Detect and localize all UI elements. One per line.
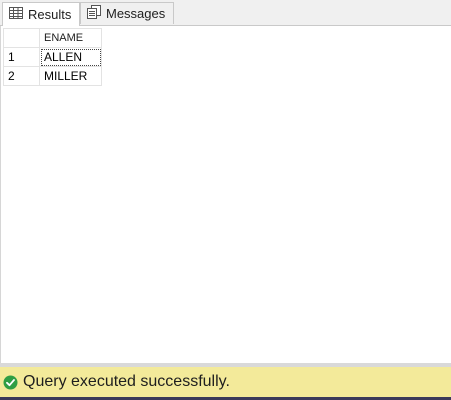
tab-results[interactable]: Results xyxy=(2,2,80,26)
grid-cell-ename[interactable]: ALLEN xyxy=(39,47,102,67)
table-row: 2 MILLER xyxy=(3,66,102,86)
results-pane: Results Messages ENAME 1 ALLEN 2 MILLER … xyxy=(0,0,451,400)
row-number-header[interactable] xyxy=(3,28,40,48)
column-header-ename[interactable]: ENAME xyxy=(39,28,102,48)
grid-icon xyxy=(9,7,23,22)
messages-icon xyxy=(87,5,101,22)
status-message: Query executed successfully. xyxy=(23,373,230,390)
check-circle-icon xyxy=(3,375,18,390)
results-grid: ENAME 1 ALLEN 2 MILLER xyxy=(3,28,102,86)
tab-messages-label: Messages xyxy=(106,6,166,21)
tab-strip: Results Messages xyxy=(0,0,451,26)
row-number[interactable]: 2 xyxy=(3,66,40,86)
grid-header-row: ENAME xyxy=(3,28,102,48)
row-number[interactable]: 1 xyxy=(3,47,40,67)
table-row: 1 ALLEN xyxy=(3,47,102,67)
results-grid-area: ENAME 1 ALLEN 2 MILLER xyxy=(0,26,451,363)
grid-cell-ename[interactable]: MILLER xyxy=(39,66,102,86)
tab-results-label: Results xyxy=(28,7,72,22)
tab-messages[interactable]: Messages xyxy=(80,2,174,24)
status-bar: Query executed successfully. xyxy=(0,367,451,397)
